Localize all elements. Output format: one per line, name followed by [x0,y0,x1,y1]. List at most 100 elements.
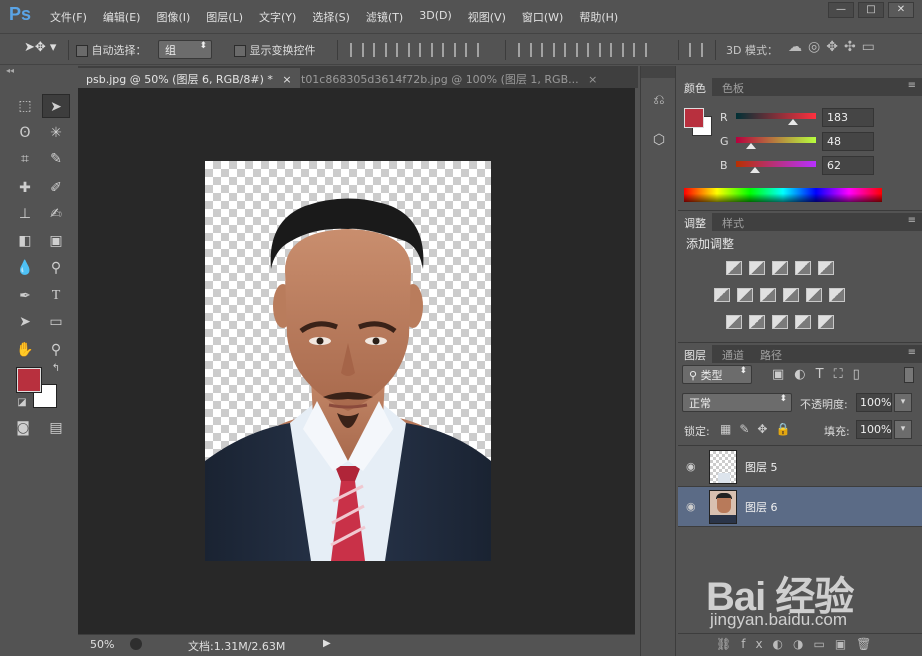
show-transform-checkbox[interactable] [234,45,246,57]
distribute-right-icon[interactable] [633,43,647,57]
menu-layer[interactable]: 图层(L) [206,9,243,25]
history-brush-tool-icon[interactable]: ✍ [42,202,70,226]
menu-help[interactable]: 帮助(H) [579,9,618,25]
clone-stamp-tool-icon[interactable]: ⊥ [11,202,39,226]
layer-filter-dropdown[interactable]: ⚲ 类型 ⬍ [682,365,752,384]
close-window-button[interactable]: ✕ [888,2,914,18]
opacity-input[interactable]: 100% [856,393,892,412]
show-transform-option[interactable]: 显示变换控件 [234,42,316,58]
visibility-eye-icon[interactable]: ◉ [686,500,696,513]
zoom-level[interactable]: 50% [90,638,114,651]
document-canvas[interactable] [205,161,491,561]
align-bottom-icon[interactable] [396,43,410,57]
status-menu-arrow-icon[interactable]: ▶ [323,638,331,649]
menu-edit[interactable]: 编辑(E) [103,9,141,25]
auto-select-dropdown[interactable]: 组 ⬍ [158,40,212,59]
color-balance-icon[interactable] [737,288,753,302]
align-right-icon[interactable] [465,43,479,57]
toolbar-grip[interactable]: ◂◂ [0,66,77,76]
hue-saturation-icon[interactable] [714,288,730,302]
opacity-dropdown-icon[interactable]: ▾ [894,393,912,412]
filter-toggle[interactable] [904,367,914,383]
gradient-map-icon[interactable] [818,315,834,329]
healing-brush-tool-icon[interactable]: ✚ [11,176,39,200]
minimize-button[interactable]: — [828,2,854,18]
red-value-input[interactable]: 183 [822,108,874,127]
mode-3d-icons[interactable]: ☁◎✥✣▭ [788,39,881,55]
tab-adjustments[interactable]: 调整 [678,213,712,231]
green-slider-thumb[interactable] [746,143,756,149]
tab-color[interactable]: 颜色 [678,78,712,96]
crop-tool-icon[interactable]: ⌗ [11,147,39,171]
auto-select-option[interactable]: 自动选择： [76,42,147,58]
menu-view[interactable]: 视图(V) [468,9,506,25]
layer-name[interactable]: 图层 5 [745,459,778,475]
vibrance-icon[interactable] [818,261,834,275]
quick-mask-icon[interactable]: ◙ [9,416,37,440]
path-selection-tool-icon[interactable]: ➤ [11,310,39,334]
hand-tool-icon[interactable]: ✋ [11,338,39,362]
visibility-eye-icon[interactable]: ◉ [686,460,696,473]
tab-channels[interactable]: 通道 [716,345,750,363]
fill-input[interactable]: 100% [856,420,892,439]
layer-row[interactable]: ◉ 图层 6 [678,487,922,527]
type-tool-icon[interactable]: T [42,284,70,308]
blue-value-input[interactable]: 62 [822,156,874,175]
red-slider[interactable] [736,113,816,119]
auto-select-checkbox[interactable] [76,45,88,57]
lasso-tool-icon[interactable]: ʘ [11,121,39,145]
distribute-top-icon[interactable] [518,43,532,57]
swap-colors-icon[interactable]: ↰ [42,362,70,376]
move-tool-preset-icon[interactable]: ➤✥ ▾ [24,40,56,55]
layer-row[interactable]: ◉ 图层 5 [678,447,922,487]
threshold-icon[interactable] [772,315,788,329]
menu-3d[interactable]: 3D(D) [419,9,452,25]
default-colors-icon[interactable]: ◪ [8,396,36,410]
levels-icon[interactable] [749,261,765,275]
brush-tool-icon[interactable]: ✐ [42,176,70,200]
channel-mixer-icon[interactable] [806,288,822,302]
auto-align-icon[interactable] [689,43,703,57]
layers-footer-buttons[interactable]: ⛓fx◐◑▭▣🗑 [678,633,922,655]
tab-psb[interactable]: psb.jpg @ 50% (图层 6, RGB/8#) * × [78,68,300,88]
tab-swatches[interactable]: 色板 [716,78,750,96]
tab-close-icon[interactable]: × [588,73,597,86]
menu-file[interactable]: 文件(F) [50,9,87,25]
pen-tool-icon[interactable]: ✒ [11,284,39,308]
menu-select[interactable]: 选择(S) [312,9,350,25]
green-value-input[interactable]: 48 [822,132,874,151]
menu-type[interactable]: 文字(Y) [259,9,296,25]
3d-panel-icon[interactable]: ⬡ [649,132,669,152]
history-panel-icon[interactable]: ⎌ [649,92,669,112]
lock-icons[interactable]: ▦✎✥🔒 [720,422,798,436]
panel-menu-icon[interactable]: ≡ [908,215,916,226]
color-spectrum-bar[interactable] [684,188,882,202]
screen-mode-icon[interactable]: ▤ [42,416,70,440]
eraser-tool-icon[interactable]: ◧ [11,229,39,253]
invert-icon[interactable] [726,315,742,329]
panel-menu-icon[interactable]: ≡ [908,347,916,358]
brightness-icon[interactable] [726,261,742,275]
tab-styles[interactable]: 样式 [716,213,750,231]
dodge-tool-icon[interactable]: ⚲ [42,256,70,280]
black-white-icon[interactable] [760,288,776,302]
align-hcenter-icon[interactable] [442,43,456,57]
maximize-button[interactable]: □ [858,2,884,18]
color-lookup-icon[interactable] [829,288,845,302]
tab-paths[interactable]: 路径 [754,345,788,363]
gradient-tool-icon[interactable]: ▣ [42,229,70,253]
red-slider-thumb[interactable] [788,119,798,125]
tab-close-icon[interactable]: × [282,73,291,86]
blue-slider[interactable] [736,161,816,167]
selective-color-icon[interactable] [795,315,811,329]
proof-setup-icon[interactable] [130,638,142,650]
move-tool-icon[interactable]: ➤ [42,94,70,118]
zoom-tool-icon[interactable]: ⚲ [42,338,70,362]
photo-filter-icon[interactable] [783,288,799,302]
panel-menu-icon[interactable]: ≡ [908,80,916,91]
dock-grip[interactable] [641,66,675,78]
magic-wand-tool-icon[interactable]: ✳ [42,121,70,145]
eyedropper-tool-icon[interactable]: ✎ [42,147,70,171]
blur-tool-icon[interactable]: 💧 [11,256,39,280]
curves-icon[interactable] [772,261,788,275]
